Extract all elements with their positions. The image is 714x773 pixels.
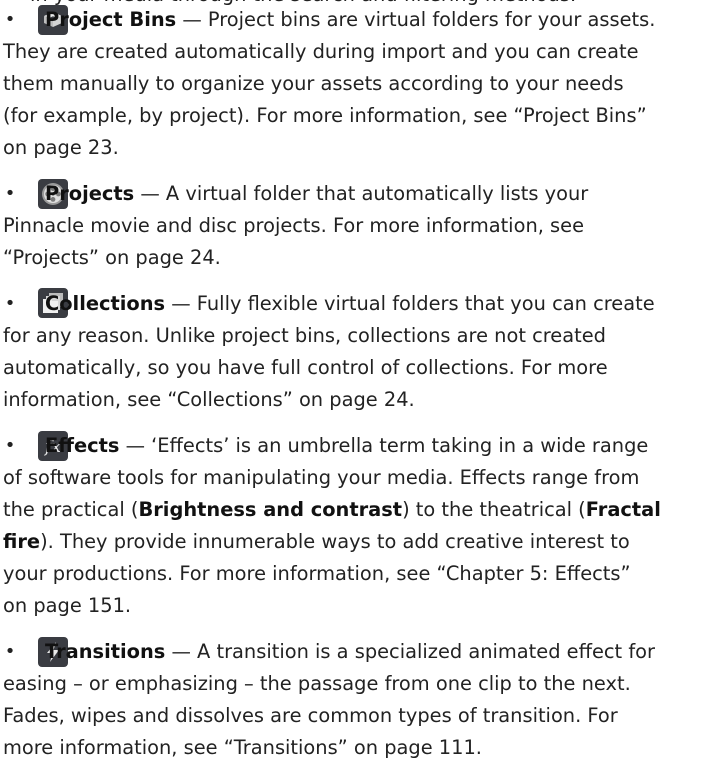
item-text: Collections — Fully flexible virtual fol… <box>3 288 708 416</box>
item-line: your productions. For more information, … <box>3 562 631 585</box>
bold-term: Brightness and contrast <box>138 498 403 521</box>
item-line: easing – or emphasizing – the passage fr… <box>3 672 631 695</box>
item-line: “Projects” on page 24. <box>3 246 221 269</box>
item-line: — A transition is a specialized animated… <box>165 640 655 663</box>
item-text: Transitions — A transition is a speciali… <box>3 636 708 764</box>
item-text: Effects — ‘Effects’ is an umbrella term … <box>3 430 708 622</box>
item-line: more information, see “Transitions” on p… <box>3 736 482 759</box>
item-title: Project Bins <box>45 8 177 31</box>
item-text: Projects — A virtual folder that automat… <box>3 178 708 274</box>
item-title: Collections <box>45 292 166 315</box>
item-title: Effects <box>45 434 120 457</box>
item-line: (for example, by project). For more info… <box>3 104 647 127</box>
item-line: — Project bins are virtual folders for y… <box>176 8 656 31</box>
item-line: on page 151. <box>3 594 132 617</box>
item-line: of software tools for manipulating your … <box>3 466 640 489</box>
item-line: — A virtual folder that automatically li… <box>134 182 589 205</box>
item-line: — Fully flexible virtual folders that yo… <box>165 292 655 315</box>
item-line: for any reason. Unlike project bins, col… <box>3 324 606 347</box>
item-line: fire). They provide innumerable ways to … <box>3 526 708 558</box>
item-line: automatically, so you have full control … <box>3 356 608 379</box>
text-segment: ) to the theatrical ( <box>402 498 586 521</box>
document-page: • in your media through the search and f… <box>0 0 714 773</box>
item-line: on page 23. <box>3 136 119 159</box>
item-line: information, see “Collections” on page 2… <box>3 388 415 411</box>
item-line: They are created automatically during im… <box>3 40 639 63</box>
item-line: the practical (Brightness and contrast) … <box>3 494 708 526</box>
item-title: Transitions <box>45 640 166 663</box>
item-line: Fades, wipes and dissolves are common ty… <box>3 704 618 727</box>
item-line: Pinnacle movie and disc projects. For mo… <box>3 214 585 237</box>
text-segment: ). They provide innumerable ways to add … <box>40 530 630 553</box>
item-text: Project Bins — Project bins are virtual … <box>3 4 708 164</box>
text-segment: the practical ( <box>3 498 139 521</box>
item-title: Projects <box>45 182 135 205</box>
bold-term: fire <box>3 530 41 553</box>
item-line: — ‘Effects’ is an umbrella term taking i… <box>119 434 649 457</box>
item-line: them manually to organize your assets ac… <box>3 72 624 95</box>
bold-term: Fractal <box>585 498 661 521</box>
